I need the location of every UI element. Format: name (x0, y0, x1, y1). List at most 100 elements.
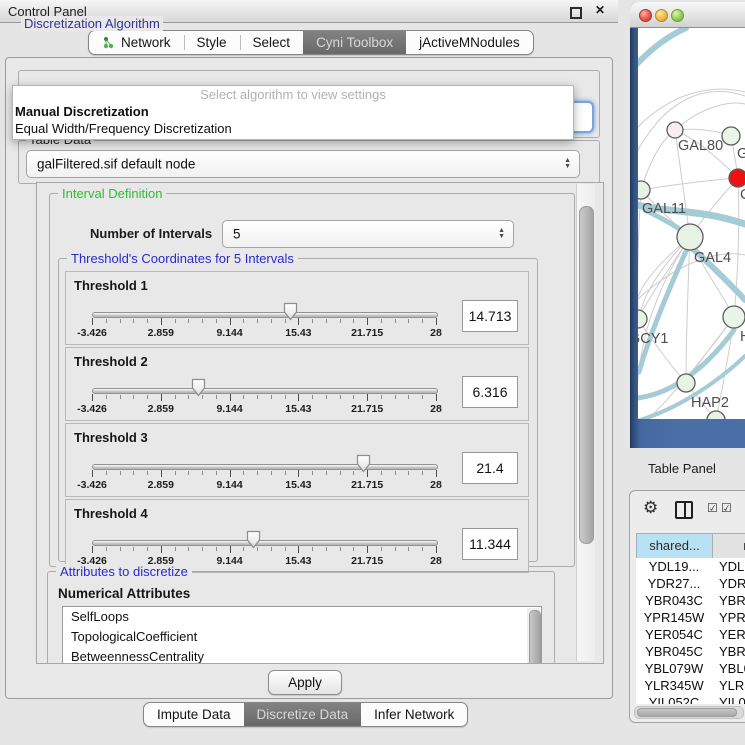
checkbox-icon[interactable]: ☑ (707, 501, 718, 515)
table-cell-name[interactable]: YIL0 (719, 694, 745, 704)
algorithm-option-manual[interactable]: Manual Discretization (13, 103, 573, 120)
table-cell-name[interactable]: YBL0 (719, 660, 745, 677)
tick-mark (133, 471, 134, 475)
threshold-slider-track[interactable] (92, 312, 438, 318)
columns-icon[interactable] (675, 501, 693, 519)
table-row[interactable]: YBL079W YBL0 (636, 660, 745, 677)
threshold-slider-thumb[interactable] (191, 378, 206, 397)
table-cell-shared-name[interactable]: YDL19... (636, 558, 712, 575)
table-row[interactable]: YLR345W YLR3 (636, 677, 745, 694)
table-row[interactable]: YDL19... YDL1 (636, 558, 745, 575)
network-edge[interactable] (638, 89, 745, 128)
node-table-rows[interactable]: YDL19...YDL1YDR27...YDR2YBR043CYBR0YPR14… (636, 558, 745, 704)
table-cell-name[interactable]: YDR2 (719, 575, 745, 592)
tick-mark (436, 470, 437, 477)
network-edge[interactable] (675, 103, 745, 130)
table-row[interactable]: YBR043C YBR0 (636, 592, 745, 609)
gear-icon[interactable]: ⚙ (643, 498, 658, 518)
table-cell-name[interactable]: YDL1 (719, 558, 745, 575)
threshold-slider-thumb[interactable] (246, 530, 261, 549)
tab-style[interactable]: Style (184, 31, 240, 54)
table-cell-shared-name[interactable]: YPR145W (636, 609, 712, 626)
tick-mark (120, 319, 121, 323)
attribute-item-selfloops[interactable]: SelfLoops (63, 607, 541, 627)
network-node-c[interactable] (729, 169, 745, 187)
top-tab-bar: NetworkStyle Select Cyni ToolboxjActiveMNo… (88, 30, 534, 55)
network-node-hap2[interactable] (677, 374, 695, 392)
table-row[interactable]: YIL052C YIL0 (636, 694, 745, 704)
apply-button[interactable]: Apply (268, 670, 342, 695)
table-row[interactable]: YPR145W YPR1 (636, 609, 745, 626)
threshold-value-field[interactable]: 21.4 (462, 452, 518, 484)
table-cell-name[interactable]: YBR0 (719, 592, 745, 609)
table-cell-shared-name[interactable]: YER054C (636, 626, 712, 643)
minimize-traffic-light-icon[interactable] (655, 9, 668, 22)
tab-network[interactable]: Network (89, 31, 184, 54)
numerical-attributes-list[interactable]: SelfLoopsTopologicalCoefficientBetweenne… (62, 606, 542, 664)
tick-mark (395, 319, 396, 323)
table-cell-shared-name[interactable]: YBL079W (636, 660, 712, 677)
tab-jactivemnodules[interactable]: jActiveMNodules (406, 31, 533, 54)
column-header-name[interactable]: na (712, 533, 745, 559)
table-scrollbar-thumb[interactable] (637, 708, 737, 717)
attribute-item-betweennesscentrality[interactable]: BetweennessCentrality (63, 647, 541, 664)
table-cell-shared-name[interactable]: YBR045C (636, 643, 712, 660)
threshold-slider-track[interactable] (92, 388, 438, 394)
column-header-shared[interactable]: shared... (636, 533, 713, 559)
close-traffic-light-icon[interactable] (639, 9, 652, 22)
algorithm-option-equal-width[interactable]: Equal Width/Frequency Discretization (13, 120, 573, 137)
tab-cyni-toolbox[interactable]: Cyni Toolbox (303, 31, 406, 54)
table-horizontal-scrollbar[interactable] (634, 706, 744, 719)
attributes-list-scrollbar[interactable] (527, 608, 540, 664)
table-cell-shared-name[interactable]: YBR043C (636, 592, 712, 609)
number-of-intervals-spinner[interactable]: 5 ▲▼ (222, 220, 514, 248)
tab-discretize-data[interactable]: Discretize Data (244, 703, 362, 726)
threshold-slider-track[interactable] (92, 464, 438, 470)
checkbox-icon[interactable]: ☑ (721, 501, 732, 515)
table-data-combobox[interactable]: galFiltered.sif default node ▲▼ (26, 150, 580, 178)
table-cell-shared-name[interactable]: YDR27... (636, 575, 712, 592)
tab-select[interactable]: Select (240, 31, 304, 54)
network-node-g[interactable] (722, 127, 740, 145)
table-cell-name[interactable]: YER0 (719, 626, 745, 643)
network-thick-edge[interactable] (638, 28, 686, 64)
network-node-gal11[interactable] (638, 181, 650, 199)
tab-label: Select (253, 31, 291, 54)
threshold-slider-track[interactable] (92, 540, 438, 546)
threshold-value-field[interactable]: 14.713 (462, 300, 518, 332)
network-node-gal80[interactable] (667, 122, 683, 138)
threshold-slider-thumb[interactable] (283, 302, 298, 321)
threshold-value-field[interactable]: 6.316 (462, 376, 518, 408)
tab-impute-data[interactable]: Impute Data (144, 703, 244, 726)
attributes-scrollbar-thumb[interactable] (529, 610, 541, 664)
table-cell-shared-name[interactable]: YLR345W (636, 677, 712, 694)
table-cell-name[interactable]: YLR3 (719, 677, 745, 694)
threshold-value-field[interactable]: 11.344 (462, 528, 518, 560)
attribute-item-topologicalcoefficient[interactable]: TopologicalCoefficient (63, 627, 541, 647)
table-cell-shared-name[interactable]: YIL052C (636, 694, 712, 704)
tab-infer-network[interactable]: Infer Network (361, 703, 467, 726)
network-edge[interactable] (686, 237, 690, 383)
table-row[interactable]: YDR27... YDR2 (636, 575, 745, 592)
table-cell-name[interactable]: YPR1 (719, 609, 745, 626)
tick-mark (326, 319, 327, 323)
zoom-traffic-light-icon[interactable] (671, 9, 684, 22)
network-edge[interactable] (641, 178, 738, 190)
tick-mark (216, 471, 217, 475)
table-cell-name[interactable]: YBR0 (719, 643, 745, 660)
tick-mark (353, 395, 354, 399)
network-node-gcy1[interactable] (638, 310, 647, 328)
settings-scrollbar[interactable] (576, 184, 595, 661)
network-node-h[interactable] (723, 306, 745, 328)
threshold-slider-thumb[interactable] (356, 454, 371, 473)
float-window-icon[interactable] (570, 7, 582, 19)
close-icon[interactable]: ✕ (595, 3, 605, 17)
network-edge[interactable] (641, 130, 675, 190)
table-row[interactable]: YBR045C YBR0 (636, 643, 745, 660)
network-node-gal4[interactable] (677, 224, 703, 250)
algorithm-hint-item[interactable]: Select algorithm to view settings (13, 86, 573, 103)
settings-scrollbar-thumb[interactable] (579, 206, 594, 544)
table-row[interactable]: YER054C YER0 (636, 626, 745, 643)
threshold-label: Threshold 4 (74, 506, 148, 521)
network-canvas[interactable]: GAL80GCGAL11GAL4GCY1HHAP2 (638, 28, 745, 419)
